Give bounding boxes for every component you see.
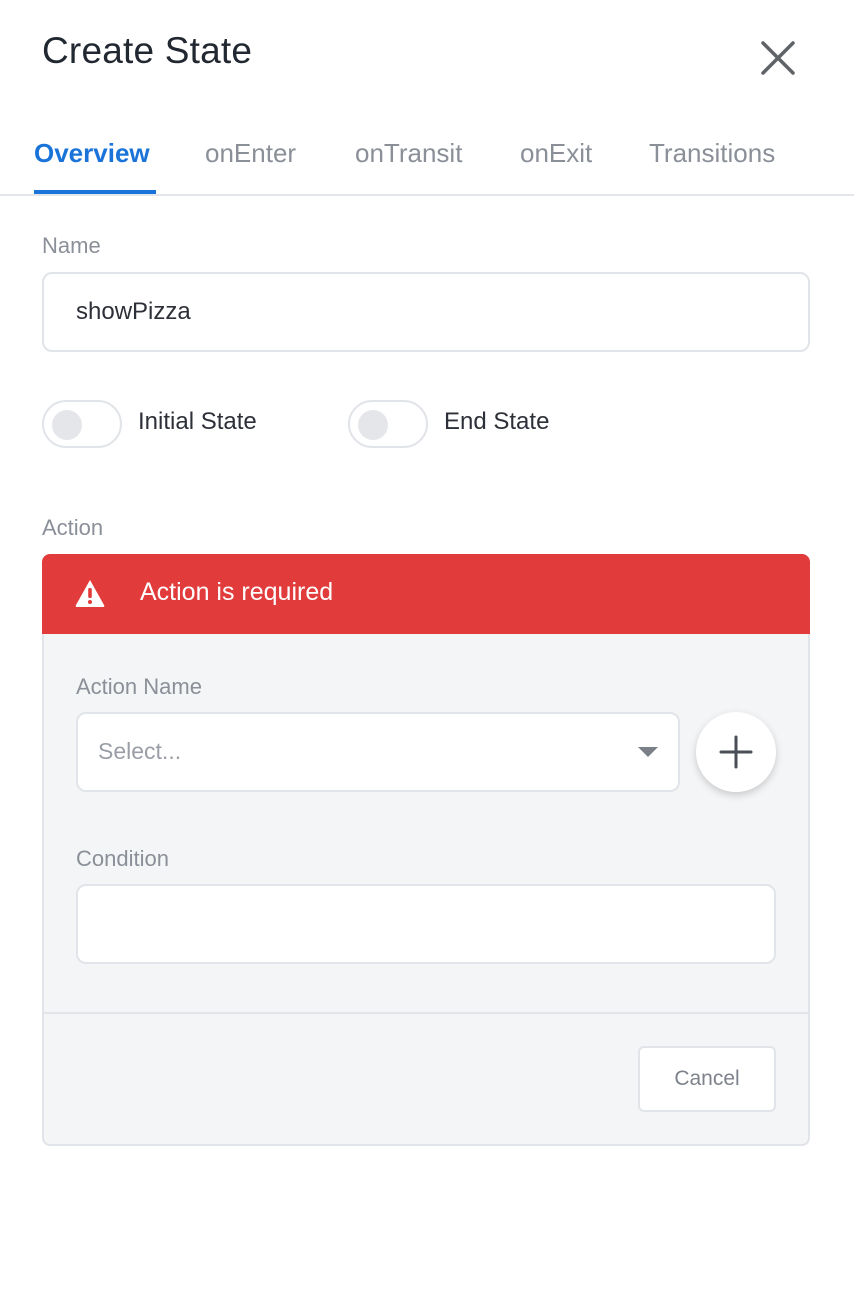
end-state-label: End State: [444, 408, 550, 435]
initial-state-toggle[interactable]: [42, 400, 122, 448]
initial-state-label: Initial State: [138, 408, 257, 435]
chevron-down-icon: [638, 747, 658, 757]
add-action-button[interactable]: [696, 712, 776, 792]
tab-overview[interactable]: Overview: [34, 138, 150, 169]
dialog-title: Create State: [42, 30, 253, 71]
tab-transitions[interactable]: Transitions: [649, 138, 775, 169]
toggle-knob: [358, 410, 388, 440]
toggle-knob: [52, 410, 82, 440]
close-icon[interactable]: [758, 38, 798, 78]
end-state-toggle[interactable]: [348, 400, 428, 448]
panel-divider: [44, 1012, 808, 1014]
action-panel: Action Name Select... Condition Cancel: [42, 634, 810, 1146]
tab-onexit[interactable]: onExit: [520, 138, 592, 169]
dialog-header: Create State: [0, 0, 854, 110]
warning-icon: [74, 578, 106, 608]
name-input[interactable]: showPizza: [42, 272, 810, 352]
name-input-value: showPizza: [76, 298, 191, 325]
error-alert: Action is required: [42, 554, 810, 634]
tab-bar: Overview onEnter onTransit onExit Transi…: [0, 118, 854, 196]
tab-ontransit[interactable]: onTransit: [355, 138, 462, 169]
select-placeholder: Select...: [98, 738, 182, 764]
condition-input[interactable]: [76, 884, 776, 964]
active-tab-indicator: [34, 190, 156, 194]
name-label: Name: [42, 233, 101, 258]
error-message: Action is required: [140, 578, 334, 606]
plus-icon: [719, 735, 753, 769]
cancel-button[interactable]: Cancel: [638, 1046, 776, 1112]
action-label: Action: [42, 515, 104, 540]
action-name-label: Action Name: [76, 674, 202, 699]
tab-onenter[interactable]: onEnter: [205, 138, 296, 169]
condition-label: Condition: [76, 846, 169, 871]
action-name-select[interactable]: Select...: [76, 712, 680, 792]
